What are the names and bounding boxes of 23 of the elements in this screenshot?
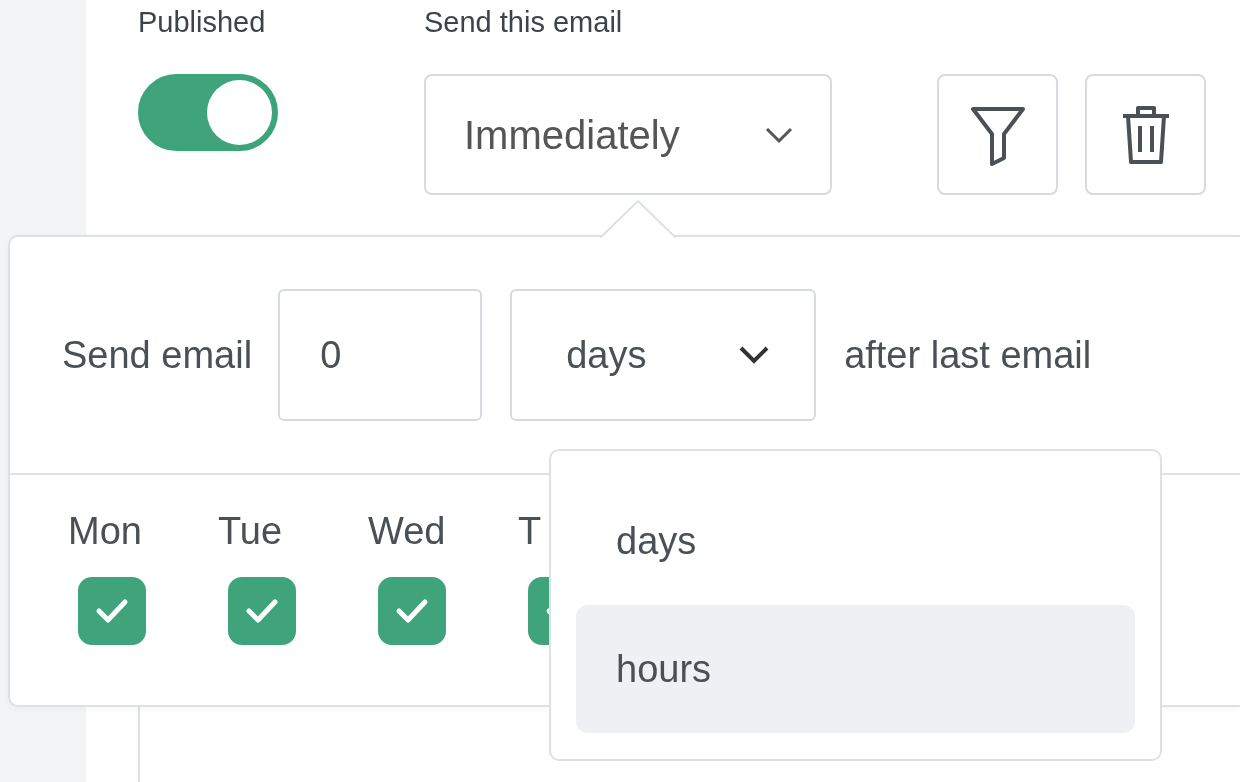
amount-input[interactable]: 0 <box>278 289 483 421</box>
after-last-email-label: after last email <box>844 332 1092 378</box>
published-label: Published <box>138 5 267 40</box>
day-label: Mon <box>68 509 142 554</box>
filter-button[interactable] <box>937 74 1058 195</box>
check-icon <box>95 598 129 624</box>
send-email-label: Send email <box>62 332 253 378</box>
chevron-down-icon <box>764 125 794 144</box>
dropdown-option[interactable]: hours <box>576 605 1135 733</box>
day-checkbox[interactable] <box>78 577 146 645</box>
unit-select[interactable]: days <box>510 289 817 421</box>
check-icon <box>395 598 429 624</box>
day-checkbox[interactable] <box>378 577 446 645</box>
day-label: Wed <box>368 509 446 554</box>
day-checkbox[interactable] <box>228 577 296 645</box>
chevron-down-icon <box>738 345 771 365</box>
send-timing-select[interactable]: Immediately <box>424 74 832 195</box>
day-label: Tue <box>218 509 283 554</box>
dropdown-option[interactable]: days <box>576 477 1135 605</box>
check-icon <box>245 598 279 624</box>
day-label: T <box>518 509 542 554</box>
send-timing-label: Send this email <box>424 5 624 40</box>
delete-button[interactable] <box>1085 74 1206 195</box>
